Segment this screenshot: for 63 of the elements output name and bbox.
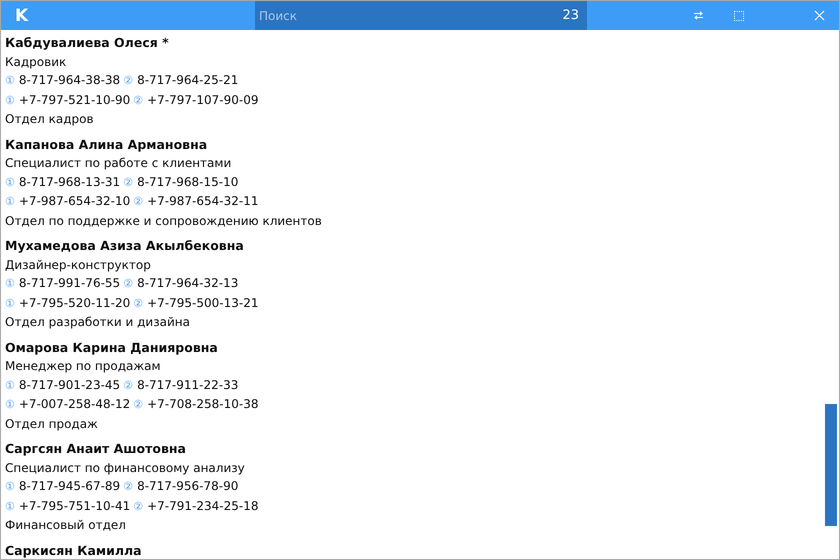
phone-number: 8-717-968-13-31 (18, 174, 120, 188)
phone-number: +7-791-234-25-18 (147, 498, 258, 512)
scrollbar-thumb[interactable] (825, 404, 837, 526)
phone-marker: ② (123, 74, 134, 87)
contact-name: Саркисян Камилла (5, 542, 143, 559)
phone-marker: ② (123, 480, 134, 493)
phone-marker: ① (5, 296, 15, 310)
phone-marker: ② (133, 195, 144, 208)
job-title: Специалист по финансовому анализу (5, 460, 246, 476)
department: Отдел продаж (5, 416, 99, 432)
phone-number: +7-007-258-48-12 (18, 397, 130, 411)
phone-number: +7-708-258-10-38 (147, 397, 258, 411)
job-title: Кадровик (5, 54, 68, 70)
phone-number: 8-717-945-67-89 (18, 479, 120, 493)
phone-number: 8-717-991-76-55 (18, 276, 120, 290)
job-title: Дизайнер-конструктор (5, 256, 152, 274)
phone-number: +7-797-521-10-90 (18, 92, 130, 106)
close-icon[interactable] (814, 10, 825, 21)
phone-number: +7-795-520-11-20 (18, 296, 130, 310)
phone-number: +7-797-107-90-09 (147, 92, 258, 106)
swap-arrows-icon[interactable] (693, 11, 704, 20)
phone-number: 8-717-956-78-90 (137, 479, 238, 493)
phone-marker: ① (5, 195, 15, 208)
contact-name: Кабдувалиева Олеся * (5, 34, 170, 52)
phone-number: 8-717-964-32-13 (137, 276, 238, 290)
department: Отдел разработки и дизайна (5, 314, 191, 331)
phone-marker: ① (5, 378, 15, 392)
phone-marker: ① (5, 176, 15, 188)
job-title: Специалист по работе с клиентами (5, 155, 232, 172)
search-field[interactable]: Поиск (255, 1, 558, 30)
phone-marker: ② (123, 378, 134, 392)
phone-marker: ① (5, 398, 15, 411)
phone-number: 8-717-911-22-33 (137, 378, 238, 392)
phone-marker: ① (5, 277, 15, 290)
phone-marker: ② (123, 176, 134, 188)
phone-number: 8-717-964-25-21 (137, 73, 238, 87)
phone-number: 8-717-964-38-38 (18, 73, 120, 87)
department: Финансовый отдел (5, 517, 127, 534)
department: Отдел кадров (5, 111, 95, 128)
phone-marker: ② (133, 296, 144, 310)
phone-number: +7-987-654-32-10 (18, 194, 130, 208)
phone-marker: ② (133, 500, 144, 512)
phone-marker: ② (133, 94, 144, 106)
contact-name: Капанова Алина Армановна (5, 136, 208, 154)
app-logo: K (15, 6, 28, 26)
phone-marker: ② (133, 398, 144, 411)
department: Отдел по поддержке и сопровождению клиентов (5, 212, 323, 230)
phone-number: +7-795-751-10-41 (18, 498, 130, 512)
phone-number: +7-795-500-13-21 (147, 296, 258, 310)
phone-number: +7-987-654-32-11 (147, 194, 258, 208)
phone-marker: ② (123, 277, 134, 290)
phone-marker: ① (5, 500, 15, 512)
job-title: Менеджер по продажам (5, 358, 162, 375)
phone-number: 8-717-968-15-10 (137, 174, 238, 188)
result-count: 23 (558, 1, 587, 30)
phone-number: 8-717-901-23-45 (18, 378, 120, 392)
phone-marker: ① (5, 74, 15, 87)
dotted-square-icon[interactable] (734, 10, 744, 20)
contact-name: Саргсян Анаит Ашотовна (5, 440, 187, 458)
phone-marker: ① (5, 94, 15, 106)
contact-name: Омарова Карина Данияровна (5, 338, 219, 357)
phone-marker: ① (5, 480, 15, 493)
contact-name: Мухамедова Азиза Акылбековна (5, 237, 245, 255)
